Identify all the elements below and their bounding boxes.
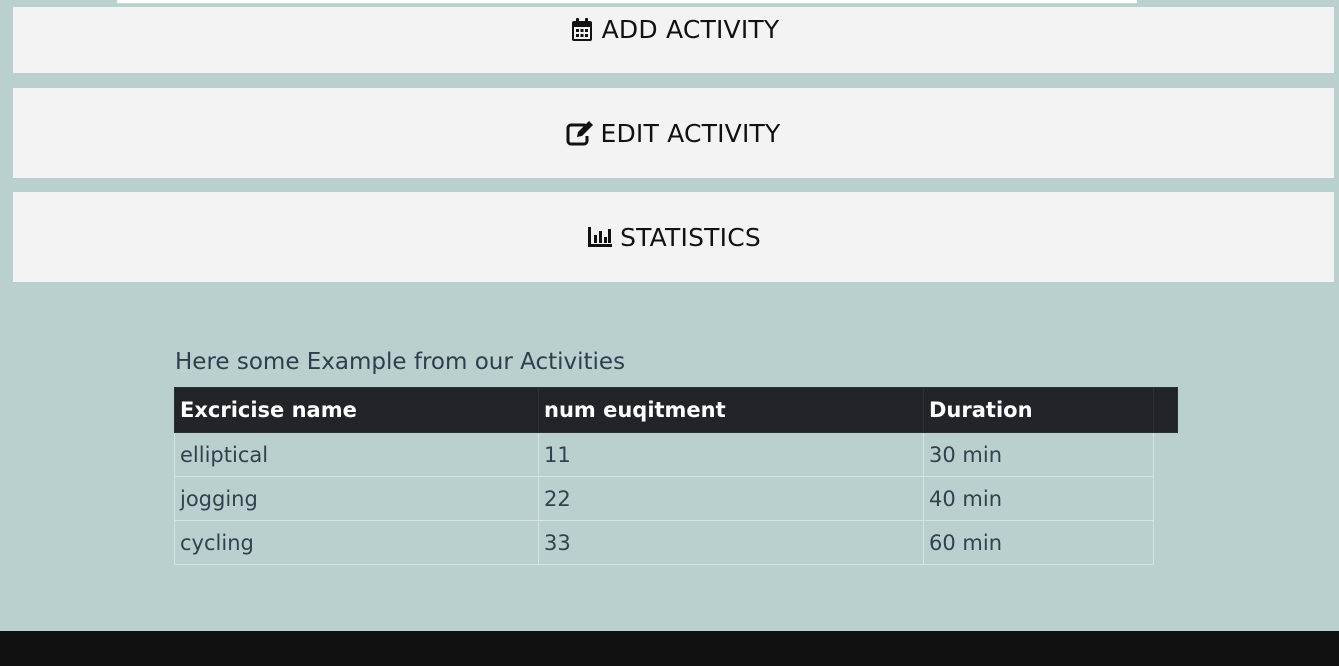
- cell-num-equipment: 33: [538, 520, 924, 565]
- activities-section-title: Here some Example from our Activities: [175, 349, 626, 375]
- header-exercise-name: Excricise name: [174, 387, 539, 433]
- cell-num-equipment: 11: [538, 432, 924, 477]
- cell-exercise-name: cycling: [174, 520, 539, 565]
- edit-activity-button[interactable]: EDIT ACTIVITY: [13, 88, 1334, 178]
- statistics-button[interactable]: STATISTICS: [13, 192, 1334, 282]
- add-activity-label: ADD ACTIVITY: [601, 15, 780, 44]
- cell-duration: 30 min: [923, 432, 1154, 477]
- table-row: jogging 22 40 min: [174, 476, 1178, 521]
- header-duration: Duration: [923, 387, 1154, 433]
- cell-num-equipment: 22: [538, 476, 924, 521]
- header-extra-cell: [1153, 387, 1178, 433]
- top-input-edge: [117, 0, 1137, 4]
- table-header-row: Excricise name num euqitment Duration: [174, 387, 1178, 433]
- table-row: cycling 33 60 min: [174, 520, 1178, 565]
- statistics-label: STATISTICS: [620, 222, 761, 252]
- top-strip: [0, 0, 1339, 7]
- header-num-equipment: num euqitment: [538, 387, 924, 433]
- cell-exercise-name: elliptical: [174, 432, 539, 477]
- activities-table: Excricise name num euqitment Duration el…: [174, 387, 1178, 565]
- cell-duration: 40 min: [923, 476, 1154, 521]
- cell-duration: 60 min: [923, 520, 1154, 565]
- table-row: elliptical 11 30 min: [174, 432, 1178, 477]
- edit-activity-label: EDIT ACTIVITY: [600, 118, 781, 148]
- cell-spacer: [1154, 433, 1178, 477]
- bar-chart-icon: [586, 223, 614, 251]
- page-footer: [0, 631, 1339, 666]
- cell-spacer: [1154, 477, 1178, 521]
- edit-icon: [566, 119, 594, 147]
- add-activity-button[interactable]: ADD ACTIVITY: [13, 7, 1334, 73]
- cell-spacer: [1154, 521, 1178, 565]
- calendar-icon: [568, 16, 596, 44]
- cell-exercise-name: jogging: [174, 476, 539, 521]
- add-activity-content: ADD ACTIVITY: [568, 15, 780, 44]
